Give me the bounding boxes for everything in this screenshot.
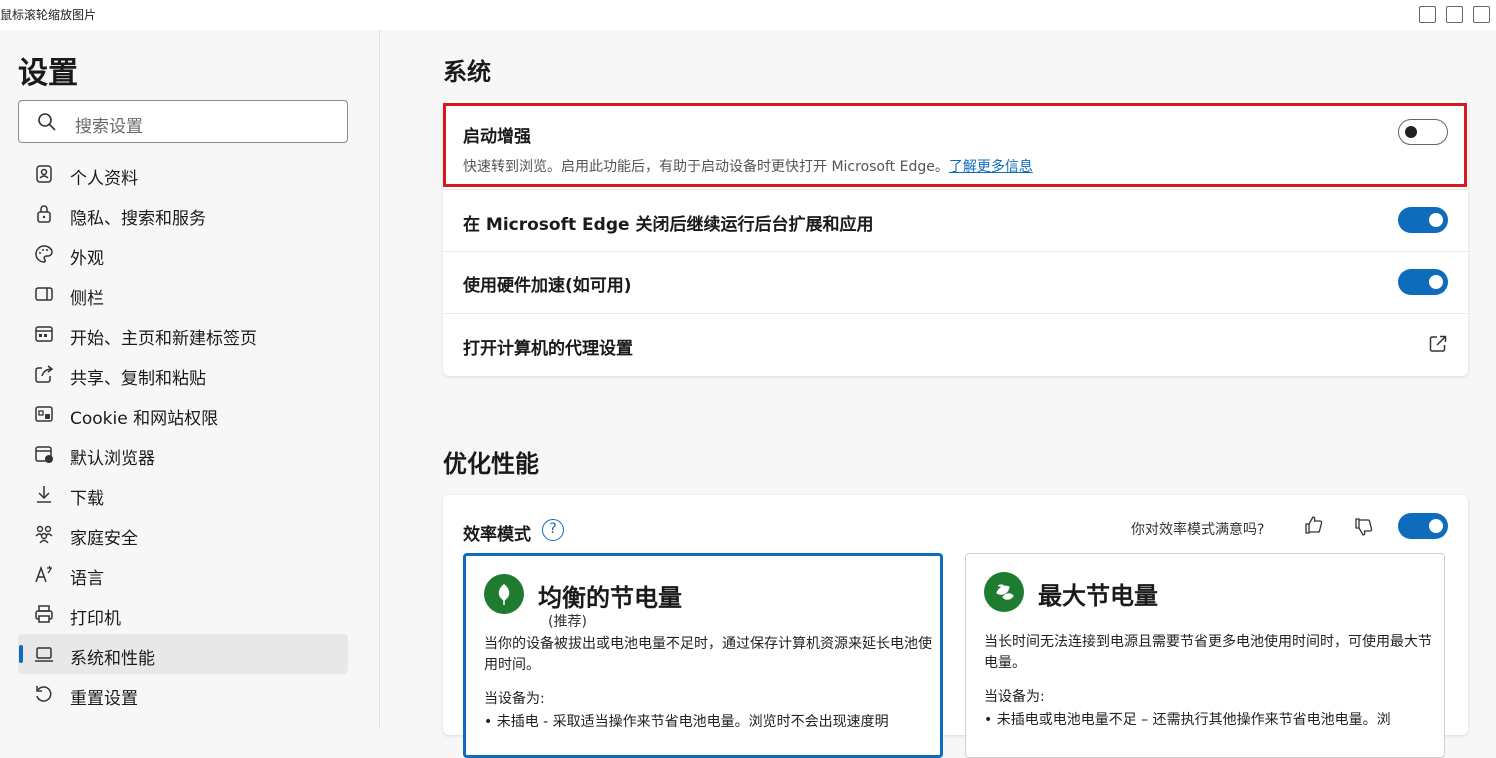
mode-description: 当长时间无法连接到电源且需要节省更多电池使用时间时，可使用最大节电量。: [984, 634, 1432, 671]
sidebar-item-label: 家庭安全: [70, 529, 138, 549]
sidebar-item-label: 默认浏览器: [70, 449, 155, 469]
mode-subtitle: (推荐): [548, 614, 587, 630]
hardware-accel-title: 使用硬件加速(如可用): [463, 276, 632, 296]
feedback-question: 你对效率模式满意吗?: [1131, 522, 1265, 538]
page-title: 设置: [18, 56, 78, 91]
sidebar-item-appearance[interactable]: 外观: [18, 234, 348, 274]
toggle-knob: [1429, 275, 1443, 289]
sidebar-item-label: 共享、复制和粘贴: [70, 369, 206, 389]
background-apps-toggle[interactable]: [1398, 207, 1448, 233]
sidebar-item-profile[interactable]: 个人资料: [18, 154, 348, 194]
section-heading-system: 系统: [443, 58, 491, 86]
mode-when-heading: 当设备为:: [984, 689, 1045, 705]
search-input[interactable]: 搜索设置: [18, 100, 348, 143]
sidebar-item-label: 系统和性能: [70, 649, 155, 669]
printer-icon: [35, 605, 53, 623]
settings-sidebar: 设置 搜索设置 个人资料 隐私、搜索和服务 外观 侧栏 开始、主页和新建标签页 …: [0, 30, 380, 728]
background-apps-row: 在 Microsoft Edge 关闭后继续运行后台扩展和应用: [443, 190, 1468, 252]
browser-icon: [35, 446, 53, 463]
external-link-icon[interactable]: [1428, 334, 1448, 354]
mode-bullet: • 未插电或电池电量不足 – 还需执行其他操作来节省电池电量。浏: [984, 712, 1391, 728]
cookie-icon: [35, 406, 53, 422]
maximize-icon[interactable]: [1446, 6, 1463, 23]
sidebar-item-default-browser[interactable]: 默认浏览器: [18, 434, 348, 474]
sidebar-item-language[interactable]: 语言: [18, 554, 348, 594]
sidebar-item-share[interactable]: 共享、复制和粘贴: [18, 354, 348, 394]
window-title: 鼠标滚轮缩放图片: [0, 8, 97, 22]
highlight-annotation: [443, 103, 1467, 187]
reset-icon: [36, 686, 52, 702]
sidebar-icon: [35, 287, 53, 301]
sidebar-item-cookies[interactable]: Cookie 和网站权限: [18, 394, 348, 434]
share-icon: [35, 365, 54, 383]
mode-card-balanced[interactable]: 均衡的节电量 (推荐) 当你的设备被拔出或电池电量不足时，通过保存计算机资源来延…: [463, 553, 943, 758]
sidebar-item-printers[interactable]: 打印机: [18, 594, 348, 634]
sidebar-item-family[interactable]: 家庭安全: [18, 514, 348, 554]
sidebar-item-label: 下载: [70, 489, 104, 509]
sidebar-item-privacy[interactable]: 隐私、搜索和服务: [18, 194, 348, 234]
proxy-row[interactable]: 打开计算机的代理设置: [443, 314, 1468, 376]
search-icon: [38, 113, 56, 131]
mode-description: 当你的设备被拔出或电池电量不足时，通过保存计算机资源来延长电池使用时间。: [484, 636, 932, 673]
mode-title: 最大节电量: [1038, 582, 1158, 610]
thumbs-up-icon[interactable]: [1303, 515, 1323, 535]
sidebar-item-label: Cookie 和网站权限: [70, 409, 219, 429]
toggle-knob: [1429, 213, 1443, 227]
sidebar-item-label: 侧栏: [70, 289, 104, 309]
popout-icon[interactable]: [1419, 6, 1436, 23]
laptop-icon: [35, 647, 53, 662]
efficiency-mode-toggle[interactable]: [1398, 513, 1448, 539]
lock-icon: [37, 205, 51, 223]
sidebar-item-label: 隐私、搜索和服务: [70, 209, 206, 229]
sidebar-item-downloads[interactable]: 下载: [18, 474, 348, 514]
leaf-icon: [484, 574, 524, 614]
efficiency-mode-title: 效率模式: [463, 525, 531, 545]
sidebar-item-reset[interactable]: 重置设置: [18, 674, 348, 714]
sidebar-item-label: 重置设置: [70, 689, 138, 709]
mode-title: 均衡的节电量: [538, 584, 682, 612]
hardware-accel-toggle[interactable]: [1398, 269, 1448, 295]
sidebar-item-label: 语言: [70, 569, 104, 589]
background-apps-title: 在 Microsoft Edge 关闭后继续运行后台扩展和应用: [463, 215, 874, 235]
search-placeholder: 搜索设置: [75, 117, 143, 137]
close-icon[interactable]: [1473, 6, 1490, 23]
thumbs-down-icon[interactable]: [1353, 517, 1373, 537]
toggle-knob: [1429, 519, 1443, 533]
leaves-icon: [984, 572, 1024, 612]
family-icon: [35, 525, 53, 544]
help-icon[interactable]: ?: [542, 519, 564, 541]
home-icon: [35, 326, 53, 342]
window-title-bar: 鼠标滚轮缩放图片: [0, 0, 1496, 30]
language-icon: [35, 565, 52, 583]
sidebar-item-label: 打印机: [70, 609, 121, 629]
sidebar-item-system[interactable]: 系统和性能: [18, 634, 348, 674]
sidebar-item-label: 外观: [70, 249, 104, 269]
sidebar-item-label: 个人资料: [70, 169, 138, 189]
proxy-title: 打开计算机的代理设置: [463, 339, 633, 359]
download-icon: [37, 486, 51, 503]
mode-when-heading: 当设备为:: [484, 691, 545, 707]
sidebar-item-sidebar[interactable]: 侧栏: [18, 274, 348, 314]
hardware-accel-row: 使用硬件加速(如可用): [443, 252, 1468, 314]
sidebar-item-label: 开始、主页和新建标签页: [70, 329, 257, 349]
mode-bullet: • 未插电 - 采取适当操作来节省电池电量。浏览时不会出现速度明: [484, 714, 889, 730]
sidebar-item-home[interactable]: 开始、主页和新建标签页: [18, 314, 348, 354]
palette-icon: [35, 245, 53, 263]
profile-icon: [36, 165, 52, 183]
mode-card-maximum[interactable]: 最大节电量 当长时间无法连接到电源且需要节省更多电池使用时间时，可使用最大节电量…: [965, 553, 1445, 758]
active-indicator: [19, 645, 23, 663]
section-heading-performance: 优化性能: [443, 450, 539, 478]
